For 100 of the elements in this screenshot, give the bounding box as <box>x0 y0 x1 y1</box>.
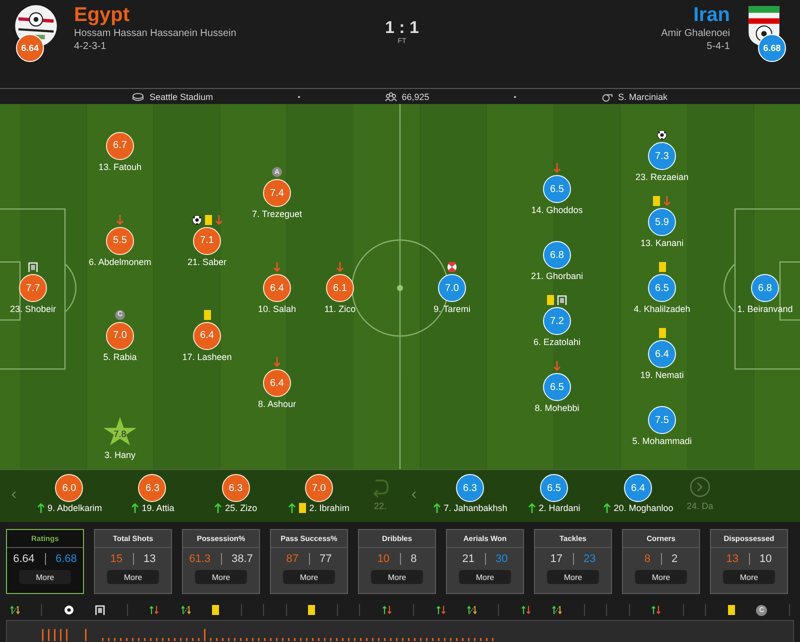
more-button[interactable]: More <box>195 570 247 584</box>
manager-name: Amir Ghalenoei <box>661 28 730 39</box>
player-name[interactable]: 8. Ashour <box>258 399 296 409</box>
away-value: 77 <box>320 553 332 565</box>
goal-frame-icon <box>95 605 106 615</box>
player-name[interactable]: 13. Kanani <box>640 238 684 248</box>
down-arrow-icon <box>214 214 222 224</box>
goal-frame-icon <box>28 262 38 272</box>
player-name[interactable]: 9. Taremi <box>434 304 470 314</box>
score: 1 : 1 <box>384 18 420 38</box>
away-value: 38.7 <box>232 553 253 565</box>
down-arrow-icon <box>273 262 281 272</box>
home-value: 87 <box>286 553 298 565</box>
player-name[interactable]: 21. Ghorbani <box>530 271 584 281</box>
player-name[interactable]: 4. Khalilzadeh <box>634 304 690 314</box>
player-name[interactable]: 11. Zico <box>324 304 356 314</box>
home-value: 6.64 <box>13 553 34 565</box>
team-rating: 6.68 <box>758 34 786 62</box>
player-rating[interactable]: 6.5 <box>540 474 568 502</box>
more-button[interactable]: More <box>371 570 423 584</box>
player-name[interactable]: 2. Hardani <box>538 503 580 513</box>
more-button[interactable]: More <box>459 570 511 584</box>
home-value: 21 <box>462 553 474 565</box>
player-name[interactable]: 1. Beiranvand <box>737 304 793 314</box>
up-arrow-icon <box>602 503 611 513</box>
venue-name: Seattle Stadium <box>149 92 213 102</box>
goal-frame-icon <box>557 295 567 305</box>
whistle-icon <box>601 92 614 102</box>
player-name[interactable]: 2. Ibrahim <box>309 503 350 513</box>
swap-arrows-icon <box>466 605 477 615</box>
more-button[interactable]: More <box>19 570 71 584</box>
player-rating[interactable]: 7.0 <box>304 474 333 502</box>
up-arrow-icon <box>130 503 139 513</box>
referee-name: S. Marciniak <box>618 92 668 102</box>
player-name[interactable]: 14. Ghoddos <box>531 205 583 215</box>
rating-star[interactable]: 7.8 <box>101 416 139 448</box>
player-rating[interactable]: 6.3 <box>222 474 250 502</box>
booking-card-icon <box>547 295 554 305</box>
up-arrow-icon <box>214 503 222 513</box>
player-name[interactable]: 8. Mohebbi <box>534 403 580 413</box>
player-name[interactable]: 9. Abdelkarim <box>48 503 102 513</box>
up-arrow-icon <box>528 503 536 513</box>
away-value: 30 <box>496 553 508 565</box>
player-name[interactable]: 7. Trezeguet <box>252 209 302 219</box>
player-name[interactable]: 5. Rabia <box>103 352 137 362</box>
home-value: 61.3 <box>189 553 210 565</box>
formation: 4-2-3-1 <box>74 41 106 52</box>
down-arrow-icon <box>553 163 561 173</box>
player-name[interactable]: 3. Hany <box>104 450 136 460</box>
player-name[interactable]: 19. Nemati <box>640 370 684 380</box>
down-arrow-icon <box>553 361 561 371</box>
team-name[interactable]: Iran <box>693 4 730 26</box>
player-rating[interactable]: 6.3 <box>138 474 166 502</box>
stadium-icon <box>132 92 144 102</box>
player-name[interactable]: 7. Jahanbakhsh <box>444 503 508 513</box>
away-value: 6.68 <box>56 553 77 565</box>
more-button[interactable]: More <box>547 570 599 584</box>
away-value: 23 <box>584 553 596 565</box>
team-rating: 6.64 <box>16 34 44 62</box>
swap-arrows-icon <box>10 605 20 615</box>
player-rating[interactable]: 6.3 <box>456 474 484 502</box>
player-name[interactable]: 23. Shobeir <box>10 304 56 314</box>
player-name[interactable]: 25. Zizo <box>225 503 258 513</box>
player-name[interactable]: 10. Salah <box>258 304 296 314</box>
more-button[interactable]: More <box>283 570 335 584</box>
more-button[interactable]: More <box>635 570 687 584</box>
player-name[interactable]: 23. Rezaeian <box>635 172 689 182</box>
player-name[interactable]: 19. Attia <box>142 503 174 513</box>
player-name[interactable]: 6. Ezatolahi <box>533 337 581 347</box>
player-name[interactable]: 5. Mohammadi <box>632 436 692 446</box>
home-value: 10 <box>377 553 390 565</box>
manager-name: Hossam Hassan Hassanein Hussein <box>74 28 236 39</box>
away-value: 8 <box>410 553 417 565</box>
up-arrow-icon <box>288 503 296 513</box>
player-name[interactable]: 13. Fatouh <box>98 162 142 172</box>
up-down-arrows-icon <box>382 605 392 615</box>
up-down-arrows-icon <box>651 605 662 615</box>
team-name[interactable]: Egypt <box>74 4 130 26</box>
down-arrow-icon <box>663 196 671 206</box>
swap-arrows-icon <box>180 605 191 615</box>
home-value: 15 <box>110 553 122 565</box>
crowd-icon <box>384 92 397 102</box>
player-rating[interactable]: 6.4 <box>624 474 652 502</box>
soccer-ball-icon <box>64 605 74 615</box>
striped-ball-icon <box>447 262 457 272</box>
down-arrow-icon <box>336 262 344 272</box>
up-down-arrows-icon <box>436 605 446 615</box>
more-button[interactable]: More <box>107 570 159 584</box>
booking-card-icon <box>653 196 660 206</box>
player-name[interactable]: 17. Lasheen <box>182 352 232 362</box>
player-name[interactable]: 6. Abdelmonem <box>88 256 152 266</box>
up-down-arrows-icon <box>520 605 531 615</box>
swap-arrows-icon <box>552 605 562 615</box>
player-rating[interactable]: 6.0 <box>55 474 84 502</box>
home-value: 8 <box>644 553 650 565</box>
down-arrow-icon <box>273 357 281 367</box>
player-name[interactable]: 20. Moghanloo <box>614 503 674 513</box>
more-button[interactable]: More <box>723 570 775 584</box>
up-arrow-icon <box>36 503 45 513</box>
player-name[interactable]: 21. Saber <box>187 256 227 266</box>
